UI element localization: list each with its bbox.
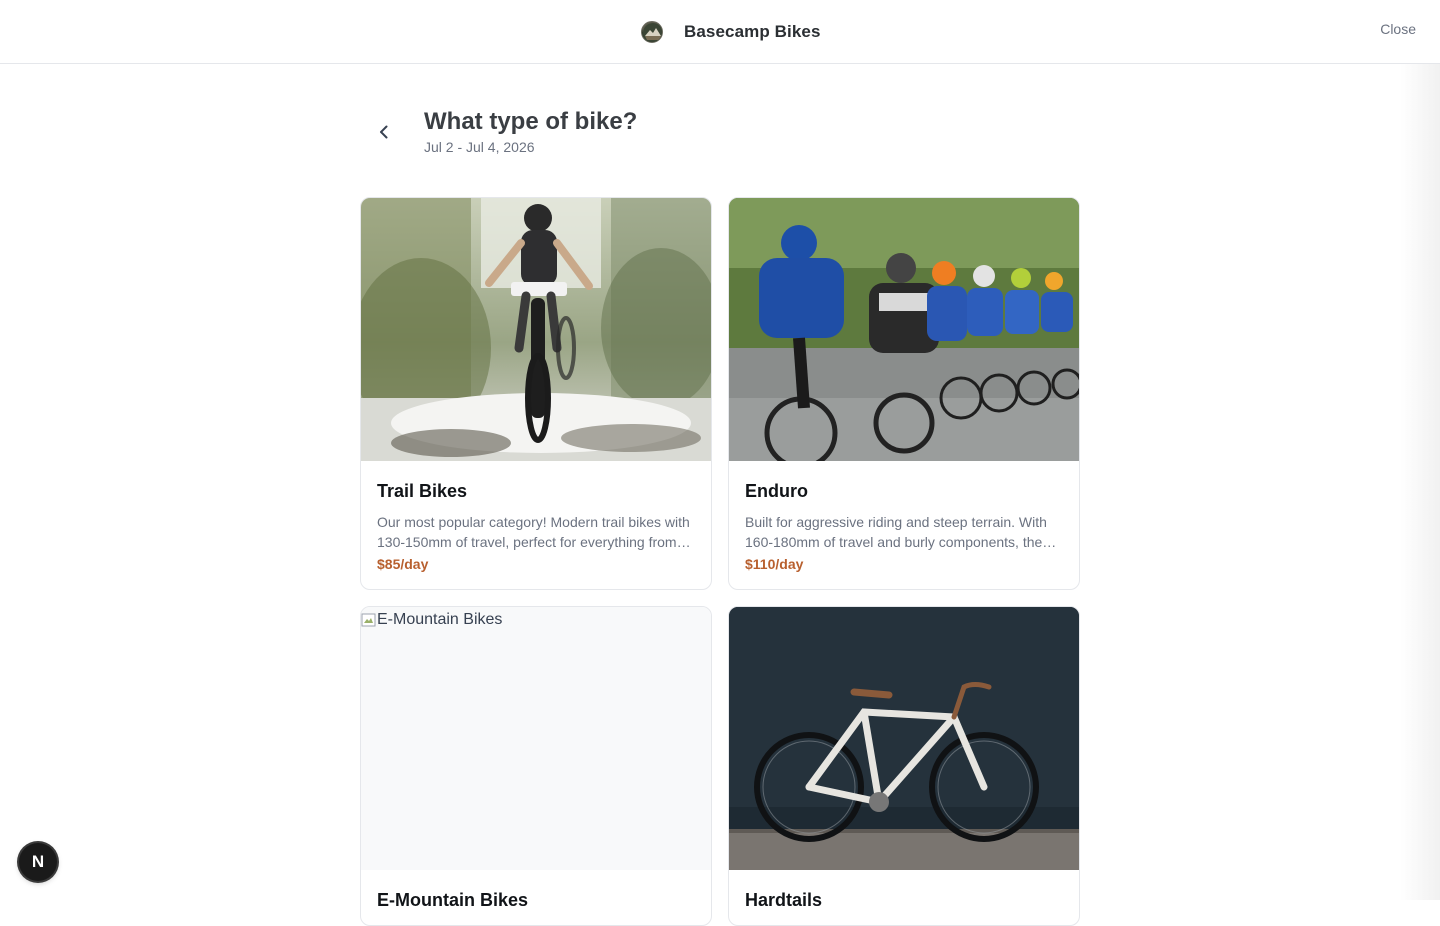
card-image bbox=[729, 198, 1079, 461]
page-header: What type of bike? Jul 2 - Jul 4, 2026 bbox=[360, 108, 1080, 168]
broken-image-alt: E-Mountain Bikes bbox=[361, 611, 502, 629]
brand[interactable]: Basecamp Bikes bbox=[641, 21, 821, 43]
badge-letter: N bbox=[31, 852, 45, 871]
card-image bbox=[361, 198, 711, 461]
card-price: $85/day bbox=[377, 556, 429, 572]
card-image-broken: E-Mountain Bikes bbox=[361, 607, 711, 870]
bike-card-enduro[interactable]: Enduro Built for aggressive riding and s… bbox=[728, 197, 1080, 590]
card-image bbox=[729, 607, 1079, 870]
right-edge-shadow bbox=[1400, 64, 1440, 900]
broken-image-icon bbox=[361, 613, 376, 627]
card-description: Our most popular category! Modern trail … bbox=[377, 514, 690, 550]
top-bar: Basecamp Bikes Close bbox=[0, 0, 1440, 64]
bike-card-hardtails[interactable]: Hardtails bbox=[728, 606, 1080, 926]
brand-name: Basecamp Bikes bbox=[684, 22, 821, 41]
next-devtools-badge[interactable]: N bbox=[19, 843, 57, 881]
close-button[interactable]: Close bbox=[1380, 21, 1416, 37]
bike-card-e-mountain[interactable]: E-Mountain Bikes E-Mountain Bikes bbox=[360, 606, 712, 926]
broken-image-alt-text: E-Mountain Bikes bbox=[377, 611, 503, 628]
date-range: Jul 2 - Jul 4, 2026 bbox=[424, 139, 535, 155]
card-description: Built for aggressive riding and steep te… bbox=[745, 514, 1058, 550]
card-title: Hardtails bbox=[745, 890, 823, 910]
bike-card-trail[interactable]: Trail Bikes Our most popular category! M… bbox=[360, 197, 712, 590]
page-title: What type of bike? bbox=[424, 108, 638, 135]
chevron-left-icon bbox=[380, 125, 388, 139]
back-button[interactable] bbox=[372, 120, 396, 144]
card-title: Trail Bikes bbox=[377, 481, 468, 501]
card-title: E-Mountain Bikes bbox=[377, 890, 529, 910]
card-title: Enduro bbox=[745, 481, 808, 501]
card-price: $110/day bbox=[745, 556, 804, 572]
brand-logo-icon bbox=[641, 21, 663, 43]
